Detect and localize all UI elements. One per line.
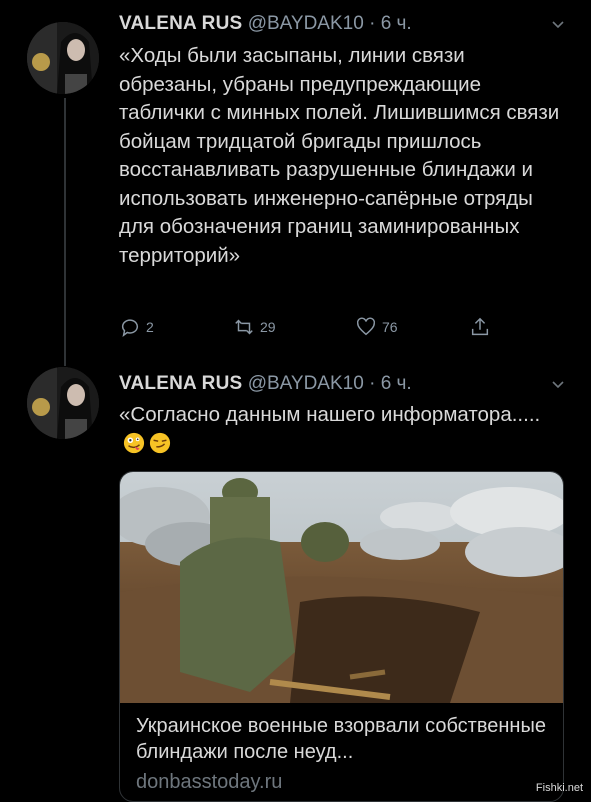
card-title: Украинское военные взорвали собственные … <box>136 715 546 763</box>
tweet-text-content: «Согласно данным нашего информатора..... <box>119 403 541 426</box>
retweet-icon <box>235 319 253 335</box>
display-name[interactable]: VALENA RUS <box>119 373 242 394</box>
like-button[interactable]: 76 <box>355 316 398 338</box>
timestamp[interactable]: 6 ч. <box>381 373 412 394</box>
chevron-down-icon[interactable] <box>551 378 565 392</box>
link-card[interactable]: Украинское военные взорвали собственные … <box>119 471 564 802</box>
tweet-actions: 2 29 76 <box>119 316 499 342</box>
smirking-face-emoji-icon <box>149 432 171 453</box>
tweet-header: VALENA RUS @BAYDAK10 · 6 ч. <box>119 373 412 395</box>
heart-icon <box>356 317 376 336</box>
separator-dot: · <box>369 373 376 394</box>
like-count: 76 <box>382 319 398 335</box>
timestamp[interactable]: 6 ч. <box>381 13 412 34</box>
reply-icon <box>121 319 138 337</box>
avatar[interactable] <box>27 22 99 94</box>
reply-button[interactable]: 2 <box>119 316 154 338</box>
card-image <box>120 472 563 703</box>
watermark: Fishki.net <box>535 782 583 794</box>
tweet-1[interactable]: VALENA RUS @BAYDAK10 · 6 ч. «Ходы были з… <box>0 0 591 366</box>
avatar[interactable] <box>27 367 99 439</box>
retweet-count: 29 <box>260 319 276 335</box>
thread-line <box>64 98 66 366</box>
user-handle[interactable]: @BAYDAK10 <box>248 373 364 394</box>
separator-dot: · <box>369 13 376 34</box>
share-button[interactable] <box>469 316 496 338</box>
tweet-text: «Ходы были засыпаны, линии связи обрезан… <box>119 44 560 267</box>
chevron-down-icon[interactable] <box>551 18 565 32</box>
retweet-button[interactable]: 29 <box>233 316 276 338</box>
display-name[interactable]: VALENA RUS <box>119 13 242 34</box>
card-domain: donbasstoday.ru <box>136 771 283 793</box>
tweet-text: «Согласно данным нашего информатора..... <box>119 401 564 458</box>
zany-face-emoji-icon <box>123 432 145 453</box>
reply-count: 2 <box>146 319 154 335</box>
avatar-image <box>27 367 99 439</box>
tweet-header: VALENA RUS @BAYDAK10 · 6 ч. <box>119 13 412 35</box>
share-icon <box>471 317 489 336</box>
user-handle[interactable]: @BAYDAK10 <box>248 13 364 34</box>
card-body: Украинское военные взорвали собственные … <box>136 713 547 796</box>
avatar-image <box>27 22 99 94</box>
